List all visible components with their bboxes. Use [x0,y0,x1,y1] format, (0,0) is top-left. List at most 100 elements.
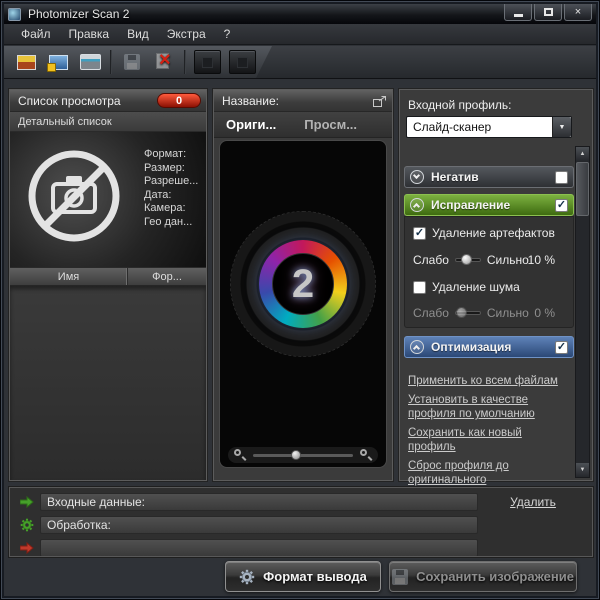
toolbar-buttons: × [14,46,256,78]
meta-geo-label: Гео дан... [144,215,193,228]
scroll-up-button[interactable]: ▲ [576,147,589,161]
artifact-removal-checkbox[interactable]: ✓ [413,226,426,240]
meta-camera-label: Камера: [144,202,186,214]
profile-selected-value: Слайд-сканер [413,120,492,134]
artifact-strength-slider[interactable] [454,254,481,266]
apply-to-all-link[interactable]: Применить ко всем файлам [408,374,566,388]
set-default-profile-link[interactable]: Установить в качестве профиля по умолчан… [408,393,566,421]
settings-scrollbar[interactable]: ▲ ▼ [575,146,590,478]
add-images-button[interactable] [46,50,70,74]
menu-help[interactable]: ? [215,25,240,43]
collapse-icon[interactable] [410,198,424,212]
meta-format-label: Формат: [144,148,187,160]
preview-header: Название: [214,90,392,112]
thumbnail-preview-area: Формат: Размер: Разреше... Дата: Камера:… [10,132,206,268]
chevron-up-icon [412,202,421,211]
photo-icon [16,54,36,70]
slider-thumb[interactable] [460,254,472,265]
lens-number: 2 [291,261,315,306]
negative-checkbox[interactable] [555,170,568,184]
zoom-out-icon[interactable] [234,449,247,461]
title-bar[interactable]: Photomizer Scan 2 × [4,4,596,24]
processing-bar: Обработка: [40,516,478,534]
delete-link[interactable]: Удалить [510,495,556,509]
app-icon [8,7,21,21]
stop-button[interactable] [194,50,221,74]
minimize-button[interactable] [504,4,532,21]
no-photo-icon [28,150,120,242]
slider-thumb[interactable] [455,307,467,318]
reset-profile-link[interactable]: Сброс профиля до оригинального [408,459,566,487]
input-profile-dropdown[interactable]: Слайд-сканер ▼ [406,116,572,138]
delete-button-toolbar[interactable]: × [152,49,176,74]
maximize-icon [543,8,553,16]
correction-checkbox[interactable]: ✓ [555,198,568,212]
zoom-slider[interactable] [253,449,353,460]
strong-label: Сильно [486,253,529,267]
noise-strength-slider[interactable] [454,307,481,319]
output-format-label: Формат вывода [263,569,367,584]
open-image-button[interactable] [14,50,38,74]
preview-panel: Название: Ориги... Просм... 2 [213,89,393,481]
output-format-button[interactable]: Формат вывода [225,561,381,592]
minimize-icon [513,14,523,17]
dropdown-arrow-button[interactable]: ▼ [552,117,571,137]
menu-file[interactable]: Файл [12,25,60,43]
scroll-down-button[interactable]: ▼ [576,463,589,477]
zoom-in-icon[interactable] [360,449,373,461]
section-correction-label: Исправление [431,198,511,212]
magnifier-lens [234,449,241,456]
menu-view[interactable]: Вид [118,25,158,43]
save-button-toolbar[interactable] [120,50,144,74]
preview-title-label: Название: [222,93,279,108]
input-profile-label: Входной профиль: [408,98,512,112]
scan-button[interactable] [78,50,102,74]
gear-icon [239,569,255,584]
save-new-profile-link[interactable]: Сохранить как новый профиль [408,426,566,454]
collapse-icon[interactable] [410,340,424,354]
expand-icon[interactable] [410,170,424,184]
detach-window-icon[interactable] [373,96,386,107]
section-negative[interactable]: Негатив [404,166,574,188]
file-list-body[interactable] [10,286,206,480]
column-name[interactable]: Имя [10,268,128,285]
section-optimization-label: Оптимизация [431,340,512,354]
tab-preview[interactable]: Просм... [304,117,357,132]
close-button[interactable]: × [564,4,592,21]
add-photo-icon [46,54,68,72]
menu-extra[interactable]: Экстра [158,25,215,43]
chevron-down-icon [412,171,421,180]
maximize-button[interactable] [534,4,562,21]
metadata-labels: Формат: Размер: Разреше... Дата: Камера:… [144,148,198,229]
column-format[interactable]: Фор... [128,268,206,285]
save-image-button[interactable]: Сохранить изображение [389,561,577,592]
add-badge-icon [46,62,56,72]
noise-strength-value: 0 % [534,306,555,320]
input-data-actions: Удалить [478,495,588,509]
stop-icon [202,56,213,68]
artifact-removal-row: ✓ Удаление артефактов [413,226,565,240]
menu-edit[interactable]: Правка [60,25,119,43]
artifact-strength-value: 10 % [527,253,555,267]
chevron-down-icon: ▼ [558,123,566,131]
browse-list-header[interactable]: Список просмотра 0 [10,90,206,112]
toolbar: × [4,46,596,79]
weak-label: Слабо [413,253,449,267]
save-image-label: Сохранить изображение [416,569,574,584]
view-mode-label: Детальный список [18,115,112,128]
noise-removal-checkbox[interactable] [413,280,426,294]
scrollbar-thumb[interactable] [576,162,589,216]
pause-button[interactable] [229,50,256,74]
preview-tabs: Ориги... Просм... [214,112,392,138]
file-list-column-headers: Имя Фор... [10,268,206,286]
section-optimization[interactable]: Оптимизация ✓ [404,336,574,358]
section-correction[interactable]: Исправление ✓ [404,194,574,216]
meta-resolution-label: Разреше... [144,175,199,187]
meta-size-label: Размер: [144,161,185,174]
view-mode-selector[interactable]: Детальный список [10,112,206,132]
zoom-slider-thumb[interactable] [291,449,301,460]
tab-original[interactable]: Ориги... [226,117,276,132]
optimization-checkbox[interactable]: ✓ [555,340,568,354]
processing-label: Обработка: [47,518,111,532]
processing-row: Обработка: [14,515,588,535]
